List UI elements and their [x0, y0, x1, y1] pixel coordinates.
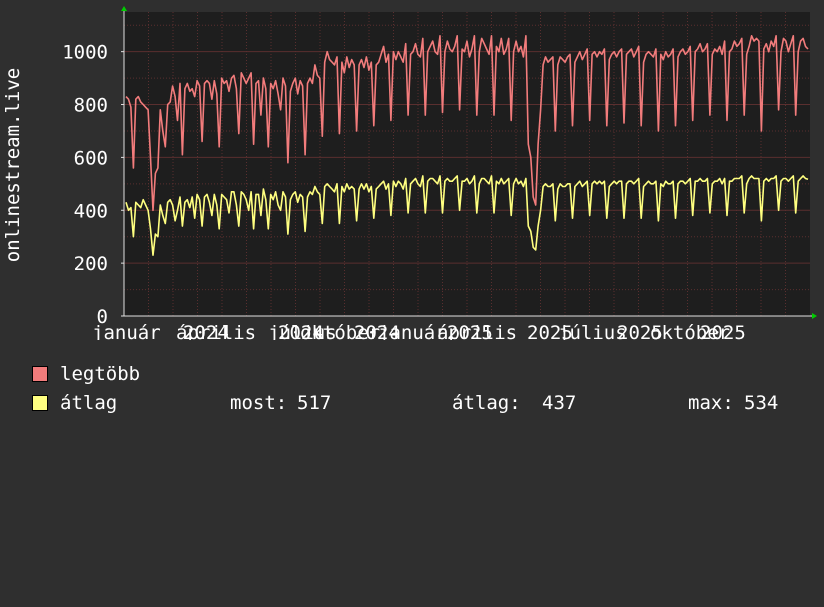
chart: 02004006008001000 január április2024 júliu… [2, 6, 817, 340]
legend-row-max: legtöbb [32, 362, 140, 386]
x-tick-labels: január április2024 július2024október2024ja… [92, 322, 746, 340]
y-tick-label: 800 [74, 95, 108, 117]
legend-swatch-max [32, 366, 48, 382]
stat-now-label: most: [230, 392, 288, 414]
y-tick-label: 200 [74, 253, 108, 275]
stat-now-value: 517 [297, 392, 332, 414]
stat-max-label: max: [688, 392, 734, 414]
stat-avg-label: átlag: [452, 392, 521, 414]
y-tick-label: 600 [74, 147, 108, 169]
x-tick-label: 2024 [183, 322, 229, 340]
legend-swatch-avg [32, 395, 48, 411]
x-tick-label: január [92, 322, 161, 340]
legend-label-avg: átlag [60, 392, 118, 414]
y-tick-labels: 02004006008001000 [62, 42, 108, 328]
stat-max-value: 534 [744, 392, 779, 414]
y-tick-label: 1000 [62, 42, 108, 64]
x-tick-label: április [437, 322, 517, 340]
legend-label-max: legtöbb [60, 363, 141, 385]
y-axis-arrow [121, 6, 127, 11]
x-tick-label: 2025 [700, 322, 746, 340]
y-tick-label: 400 [74, 200, 108, 222]
x-axis-arrow [812, 313, 817, 319]
legend-row-avg: átlag most: 517 átlag: 437 max: 534 [32, 391, 778, 415]
y-axis-label: onlinestream.live [2, 68, 24, 262]
stat-avg-value: 437 [542, 392, 577, 414]
